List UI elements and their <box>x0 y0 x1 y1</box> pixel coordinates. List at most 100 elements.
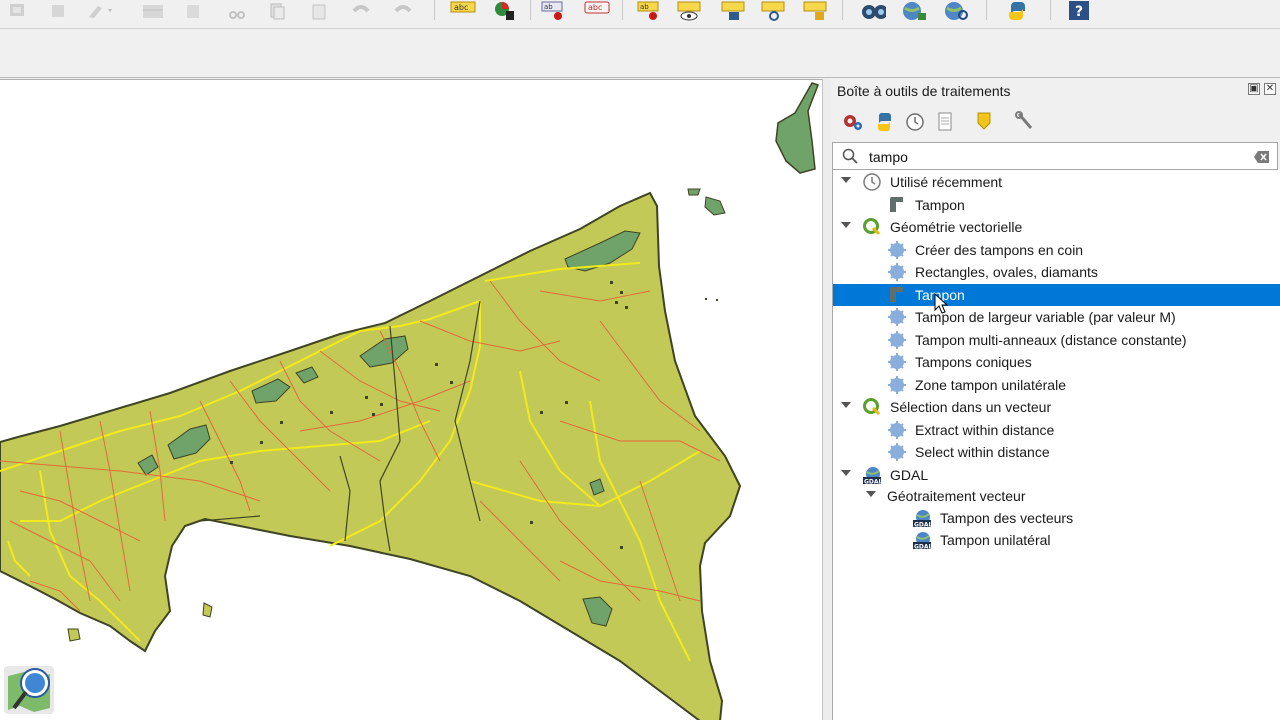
tree-item-label: Créer des tampons en coin <box>915 242 1084 258</box>
tree-item-tampon-recent[interactable]: Tampon <box>833 194 1280 216</box>
tree-group-label: GDAL <box>890 467 929 483</box>
cut-icon[interactable] <box>224 0 250 22</box>
label-show-hide-icon[interactable] <box>676 0 702 22</box>
diagram-icon[interactable] <box>492 0 518 22</box>
label-edit-icon[interactable] <box>720 0 746 22</box>
close-panel-icon[interactable]: ✕ <box>1264 83 1276 95</box>
qgis-provider-icon <box>862 217 882 237</box>
label-rotate-icon[interactable] <box>760 0 786 22</box>
delete-icon[interactable] <box>180 0 206 22</box>
tree-group-label: Géométrie vectorielle <box>890 219 1023 235</box>
tree-item[interactable]: Tampons coniques <box>833 351 1280 373</box>
secondary-toolbar <box>0 28 1280 78</box>
algorithm-gear-icon <box>887 420 907 440</box>
select-features-icon[interactable] <box>4 0 30 22</box>
tree-item-label: Select within distance <box>915 444 1050 460</box>
attribute-table-icon[interactable] <box>140 0 166 22</box>
chevron-down-icon[interactable] <box>841 470 851 476</box>
tree-item[interactable]: Tampon de largeur variable (par valeur M… <box>833 306 1280 328</box>
tree-item[interactable]: Rectangles, ovales, diamants <box>833 261 1280 283</box>
tree-item-label: Tampon unilatéral <box>940 532 1051 548</box>
peninsula-polygon <box>0 191 742 720</box>
tree-item-label: Tampon <box>915 197 965 213</box>
tree-item-label: Tampon de largeur variable (par valeur M… <box>915 309 1176 325</box>
tree-group-vector-selection[interactable]: Sélection dans un vecteur <box>833 396 1280 418</box>
binoculars-icon[interactable] <box>860 0 886 22</box>
chevron-down-icon[interactable] <box>841 177 851 183</box>
algorithm-gear-icon <box>887 442 907 462</box>
tree-group-vector-geometry[interactable]: Géométrie vectorielle <box>833 216 1280 238</box>
undo-icon[interactable] <box>348 0 374 22</box>
panel-splitter[interactable] <box>822 79 830 720</box>
algorithm-gear-icon <box>887 262 907 282</box>
tree-item[interactable]: Zone tampon unilatérale <box>833 374 1280 396</box>
algorithm-gear-icon <box>887 307 907 327</box>
buffer-tool-icon <box>887 285 907 305</box>
island-polygon <box>775 82 819 174</box>
svg-text:ab: ab <box>544 3 553 11</box>
processing-toolbox-panel: Boîte à outils de traitements ▣ ✕ tampo … <box>830 79 1280 720</box>
edit-pencil-icon[interactable] <box>973 110 997 134</box>
paste-icon[interactable] <box>306 0 332 22</box>
tree-item[interactable]: Extract within distance <box>833 419 1280 441</box>
algorithm-gear-icon <box>887 240 907 260</box>
tree-item[interactable]: Créer des tampons en coin <box>833 239 1280 261</box>
tree-group-label: Utilisé récemment <box>890 174 1003 190</box>
tree-item[interactable]: GDAL Tampon des vecteurs <box>833 507 1280 529</box>
tree-group-recent[interactable]: Utilisé récemment <box>833 171 1280 193</box>
gdal-icon: GDAL <box>862 465 883 486</box>
chevron-down-icon[interactable] <box>866 491 876 497</box>
tree-item-label: Zone tampon unilatérale <box>915 377 1066 393</box>
gdal-icon: GDAL <box>912 508 933 529</box>
redo-icon[interactable] <box>390 0 416 22</box>
python-icon[interactable] <box>1004 0 1030 22</box>
tree-item-label: Rectangles, ovales, diamants <box>915 264 1098 280</box>
tree-item-label: Tampons coniques <box>915 354 1032 370</box>
copy-icon[interactable] <box>264 0 290 22</box>
label-abc-icon[interactable]: abc <box>450 0 476 22</box>
svg-text:abc: abc <box>454 3 468 12</box>
chevron-down-icon[interactable] <box>841 222 851 228</box>
tree-group-label: Géotraitement vecteur <box>887 488 1026 504</box>
label-pin-icon[interactable]: ab <box>540 0 566 22</box>
clock-history-icon[interactable] <box>903 110 927 134</box>
python-icon[interactable] <box>872 110 896 134</box>
buffer-tool-icon <box>887 195 907 215</box>
gdal-icon: GDAL <box>912 530 933 551</box>
islet-polygon <box>687 188 701 196</box>
globe-search-icon[interactable] <box>942 0 968 22</box>
help-icon[interactable]: ? <box>1066 0 1092 22</box>
globe-add-icon[interactable] <box>900 0 926 22</box>
float-panel-icon[interactable]: ▣ <box>1248 83 1260 95</box>
tree-subgroup-vector-geoprocessing[interactable]: Géotraitement vecteur <box>833 485 1280 507</box>
clear-search-icon[interactable] <box>1254 150 1270 169</box>
algorithm-gear-icon <box>887 330 907 350</box>
tree-item[interactable]: Tampon multi-anneaux (distance constante… <box>833 329 1280 351</box>
edit-digitize-icon[interactable] <box>86 0 112 22</box>
search-icon <box>842 148 858 169</box>
tree-item-tampon-selected[interactable]: Tampon <box>833 284 1280 306</box>
algorithm-tree: Utilisé récemment Tampon Géométrie vecto… <box>832 170 1280 720</box>
qgis-provider-icon <box>862 397 882 417</box>
tree-item[interactable]: Select within distance <box>833 441 1280 463</box>
clock-icon <box>862 172 882 192</box>
panel-title: Boîte à outils de traitements <box>837 83 1011 99</box>
results-document-icon[interactable] <box>933 110 957 134</box>
label-change-icon[interactable] <box>802 0 828 22</box>
gear-process-icon[interactable] <box>840 110 864 134</box>
label-remove-icon[interactable]: abc <box>584 0 610 22</box>
map-canvas[interactable] <box>0 79 822 720</box>
search-input[interactable]: tampo <box>869 149 908 165</box>
svg-text:GDAL: GDAL <box>914 544 932 551</box>
chevron-down-icon[interactable] <box>841 402 851 408</box>
wrench-options-icon[interactable] <box>1013 110 1037 134</box>
tree-group-label: Sélection dans un vecteur <box>890 399 1052 415</box>
search-box[interactable]: tampo <box>832 142 1278 170</box>
deselect-icon[interactable] <box>46 0 72 22</box>
tree-item[interactable]: GDAL Tampon unilatéral <box>833 529 1280 551</box>
algorithm-gear-icon <box>887 352 907 372</box>
main-toolbar: abc ab abc ab ? <box>0 0 1280 28</box>
svg-text:ab: ab <box>640 3 649 11</box>
label-move-icon[interactable]: ab <box>636 0 662 22</box>
tree-group-gdal[interactable]: GDAL GDAL <box>833 464 1280 486</box>
